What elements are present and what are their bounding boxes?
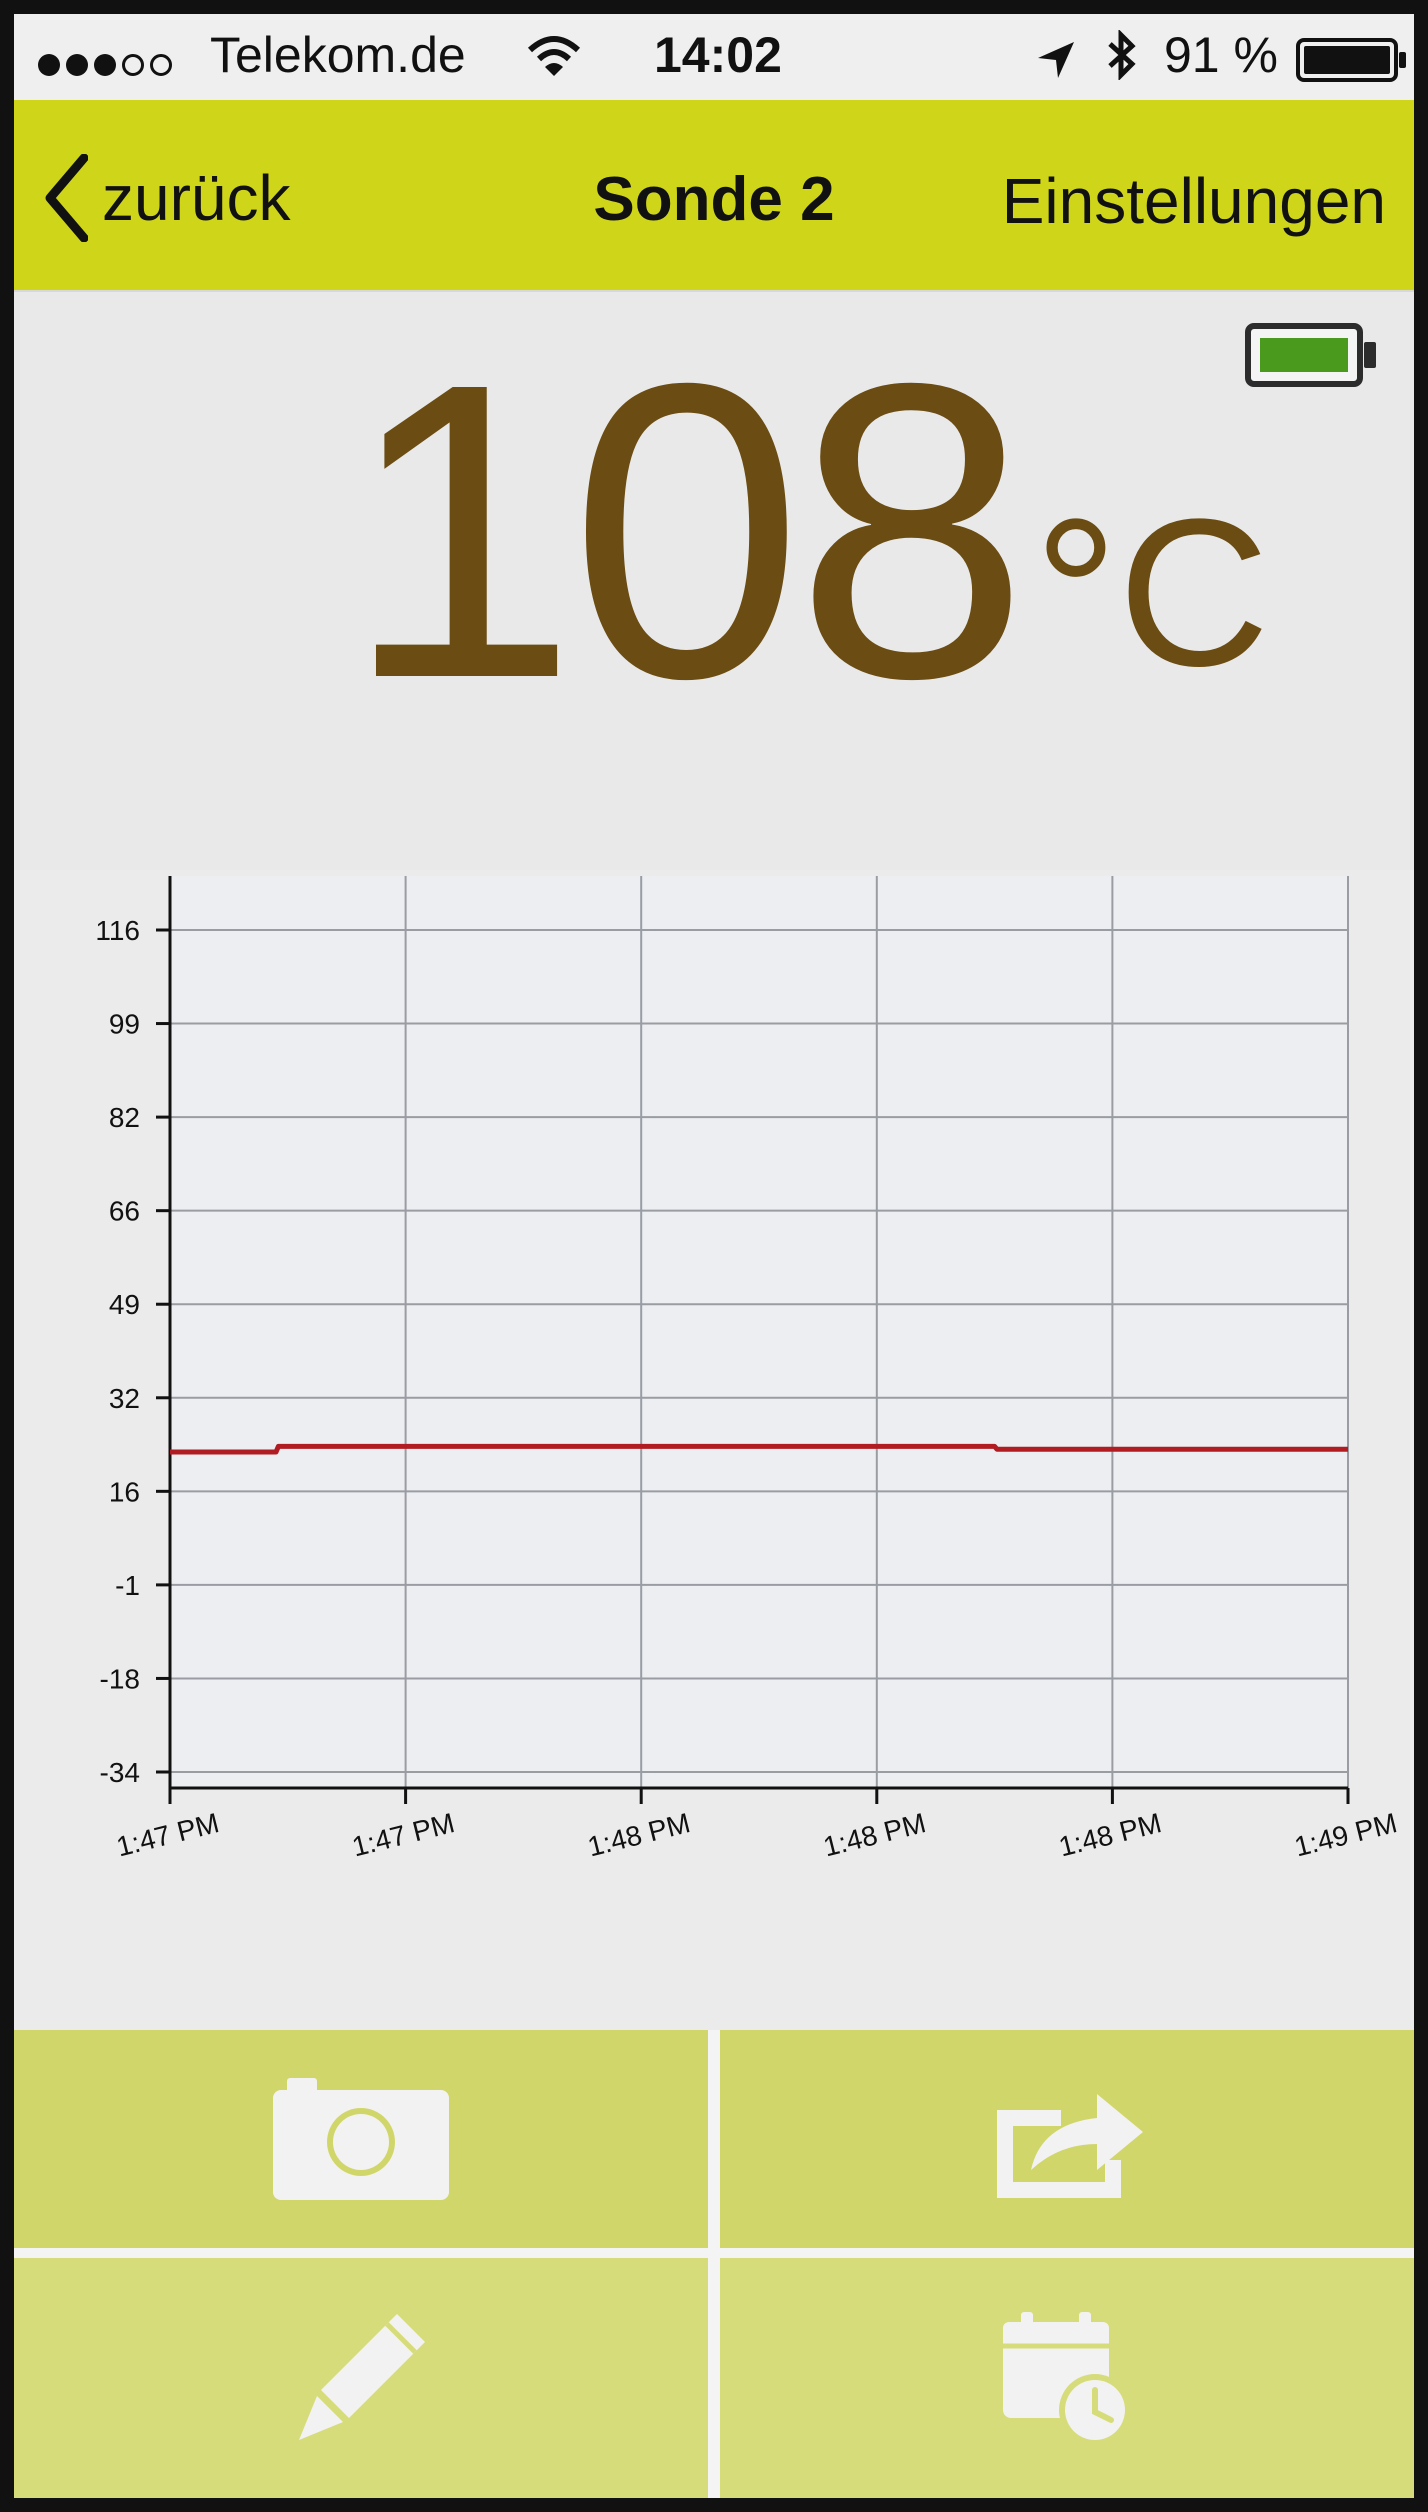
y-tick-label: 16 xyxy=(109,1476,140,1507)
temperature-chart: 116 99 82 66 49 32 16 -1 -18 -34 1:47 PM 1:47 PM 1:4… xyxy=(14,870,1414,2030)
y-tick-label: 32 xyxy=(109,1383,140,1414)
signal-strength-icon xyxy=(38,32,178,90)
x-tick-label: 1:48 PM xyxy=(1056,1807,1165,1862)
back-button[interactable]: zurück xyxy=(44,148,291,248)
location-arrow-icon xyxy=(1036,34,1076,92)
chevron-left-icon xyxy=(45,154,88,242)
probe-battery-icon xyxy=(1245,323,1376,387)
x-tick-label: 1:48 PM xyxy=(820,1807,929,1862)
battery-percent: 91 % xyxy=(1164,27,1278,83)
y-tick-label: 82 xyxy=(109,1102,140,1133)
navigation-bar: zurück Sonde 2 Einstellungen xyxy=(14,100,1414,290)
x-tick-label: 1:49 PM xyxy=(1291,1807,1400,1862)
y-tick-label: 49 xyxy=(109,1289,140,1320)
settings-button[interactable]: Einstellungen xyxy=(1002,164,1386,238)
status-time: 14:02 xyxy=(654,27,782,83)
temperature-value: 108 xyxy=(344,297,1029,766)
app-screen: Telekom.de 14:02 91 % zurück Sonde 2 Ein… xyxy=(14,14,1414,2498)
x-tick-label: 1:47 PM xyxy=(349,1807,458,1862)
action-buttons xyxy=(14,2030,1414,2498)
chart-plot-background xyxy=(170,876,1348,1788)
temperature-chart-svg: 116 99 82 66 49 32 16 -1 -18 -34 1:47 PM 1:47 PM 1:4… xyxy=(95,876,1400,1862)
calendar-clock-icon xyxy=(1003,2312,1131,2446)
camera-icon xyxy=(273,2078,449,2200)
x-tick-label: 1:48 PM xyxy=(585,1807,694,1862)
status-bar: Telekom.de 14:02 91 % xyxy=(14,14,1414,100)
edit-button[interactable] xyxy=(14,2258,708,2498)
history-button[interactable] xyxy=(720,2258,1414,2498)
y-tick-label: -1 xyxy=(115,1570,140,1601)
x-tick-label: 1:47 PM xyxy=(113,1807,222,1862)
back-label: zurück xyxy=(102,162,291,234)
temperature-reading-panel: 108 °C xyxy=(14,290,1414,872)
phone-battery-icon xyxy=(1296,36,1408,94)
carrier-name: Telekom.de xyxy=(210,27,466,83)
share-icon xyxy=(997,2094,1143,2198)
temperature-unit: °C xyxy=(1034,475,1270,710)
y-tick-label: 116 xyxy=(95,915,140,946)
camera-button[interactable] xyxy=(14,2030,708,2248)
share-button[interactable] xyxy=(720,2030,1414,2248)
y-tick-label: -18 xyxy=(100,1663,140,1694)
y-tick-label: -34 xyxy=(100,1757,140,1788)
bluetooth-icon xyxy=(1104,28,1138,92)
pencil-icon xyxy=(299,2314,425,2440)
wifi-icon xyxy=(526,32,582,90)
y-tick-label: 99 xyxy=(109,1009,140,1040)
y-tick-label: 66 xyxy=(109,1196,140,1227)
